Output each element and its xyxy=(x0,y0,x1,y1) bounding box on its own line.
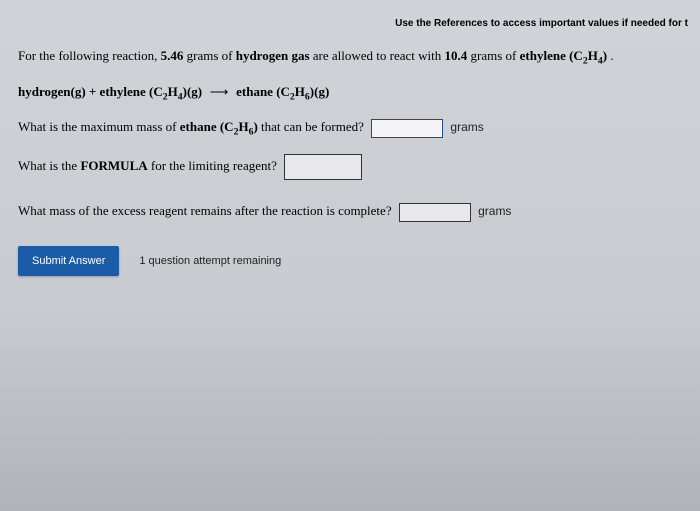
limiting-formula-input[interactable] xyxy=(284,154,362,180)
text: grams of xyxy=(467,48,519,63)
q2-pre: What is the xyxy=(18,158,80,173)
reagent-ethylene: ethylene (C2H4) xyxy=(520,48,607,63)
q1-compound: ethane (C2H6) xyxy=(180,119,258,134)
q1-pre: What is the maximum mass of xyxy=(18,119,180,134)
question-excess: What mass of the excess reagent remains … xyxy=(18,202,688,222)
q3-text: What mass of the excess reagent remains … xyxy=(18,203,392,218)
eq-lhs: hydrogen(g) + ethylene (C2H4)(g) xyxy=(18,84,202,99)
chemical-equation: hydrogen(g) + ethylene (C2H4)(g)⟶ethane … xyxy=(18,83,688,105)
text: . xyxy=(607,48,614,63)
text: grams of xyxy=(183,48,235,63)
submit-answer-button[interactable]: Submit Answer xyxy=(18,246,119,276)
text: are allowed to react with xyxy=(310,48,445,63)
mass-h2: 5.46 xyxy=(161,48,184,63)
eq-rhs: ethane (C2H6)(g) xyxy=(236,84,329,99)
max-mass-input[interactable] xyxy=(371,119,443,138)
arrow-icon: ⟶ xyxy=(202,83,236,102)
q1-post: that can be formed? xyxy=(258,119,364,134)
reagent-hydrogen: hydrogen gas xyxy=(236,48,310,63)
mass-c2h4: 10.4 xyxy=(445,48,468,63)
question-max-mass: What is the maximum mass of ethane (C2H6… xyxy=(18,118,688,140)
text: For the following reaction, xyxy=(18,48,161,63)
question-limiting: What is the FORMULA for the limiting rea… xyxy=(18,154,688,180)
unit-grams: grams xyxy=(450,120,483,134)
attempts-remaining: 1 question attempt remaining xyxy=(139,255,281,267)
q2-emph: FORMULA xyxy=(80,158,147,173)
q2-post: for the limiting reagent? xyxy=(148,158,277,173)
problem-statement: For the following reaction, 5.46 grams o… xyxy=(18,47,688,69)
unit-grams: grams xyxy=(478,204,511,218)
excess-mass-input[interactable] xyxy=(399,203,471,222)
references-hint: Use the References to access important v… xyxy=(18,18,688,29)
